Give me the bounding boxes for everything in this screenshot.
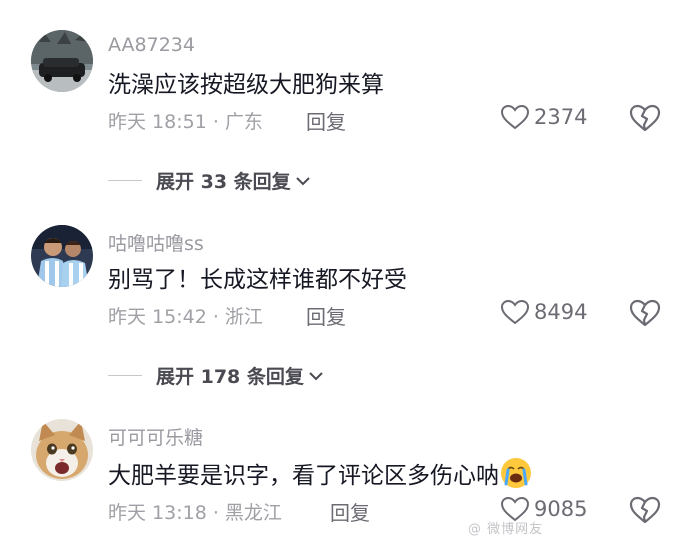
reply-button[interactable]: 回复: [330, 497, 370, 526]
reply-button[interactable]: 回复: [306, 301, 346, 330]
broken-heart-icon: [629, 496, 661, 524]
broken-heart-icon: [629, 299, 661, 327]
comment-text: 大肥羊要是识字，看了评论区多伤心呐: [108, 456, 531, 490]
comment-meta: 昨天 13:18 · 黑龙江: [108, 502, 282, 524]
watermark: @ 微博网友: [468, 522, 544, 537]
like-count: 2374: [534, 105, 588, 129]
dislike-button[interactable]: [628, 495, 662, 525]
like-button[interactable]: 2374: [500, 104, 587, 130]
divider-line: [108, 180, 142, 181]
comment-text: 别骂了！长成这样谁都不好受: [108, 267, 407, 293]
expand-replies-label: 展开 33 条回复: [156, 171, 291, 193]
username[interactable]: 可可可乐糖: [108, 423, 203, 450]
reply-button[interactable]: 回复: [306, 106, 346, 135]
comment-text-content: 大肥羊要是识字，看了评论区多伤心呐: [108, 463, 499, 489]
like-count: 8494: [534, 300, 588, 324]
username[interactable]: 咕噜咕噜ss: [108, 229, 204, 256]
avatar[interactable]: [31, 419, 93, 481]
like-button[interactable]: 8494: [500, 299, 587, 325]
heart-icon: [500, 299, 530, 325]
chevron-down-icon: [309, 371, 323, 380]
avatar[interactable]: [31, 30, 93, 92]
heart-icon: [500, 104, 530, 130]
expand-replies-label: 展开 178 条回复: [156, 366, 304, 388]
comment-meta: 昨天 15:42 · 浙江: [108, 306, 263, 328]
divider-line: [108, 375, 142, 376]
dislike-button[interactable]: [628, 298, 662, 328]
expand-replies-button[interactable]: 展开 33 条回复: [108, 167, 311, 194]
dislike-button[interactable]: [628, 103, 662, 133]
loudly-crying-face-icon: [501, 458, 531, 488]
comment-meta: 昨天 18:51 · 广东: [108, 111, 263, 133]
comment-text: 洗澡应该按超级大肥狗来算: [108, 72, 384, 98]
avatar[interactable]: [31, 225, 93, 287]
expand-replies-button[interactable]: 展开 178 条回复: [108, 362, 324, 389]
username[interactable]: AA87234: [108, 34, 195, 56]
broken-heart-icon: [629, 104, 661, 132]
chevron-down-icon: [295, 176, 310, 185]
